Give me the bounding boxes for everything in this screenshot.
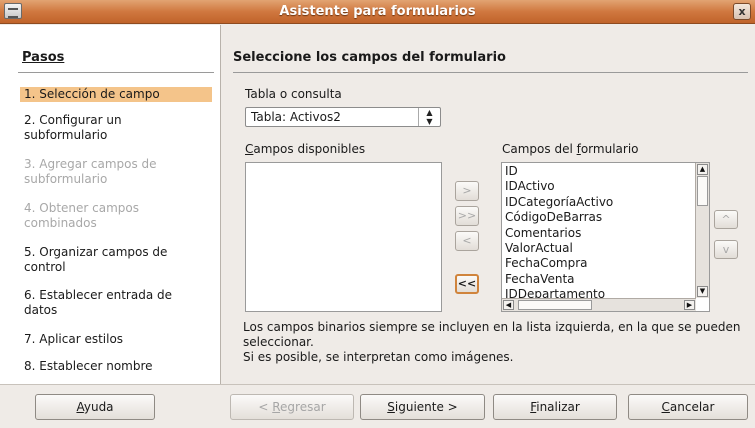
table-select-value: Tabla: Activos2 xyxy=(251,110,341,124)
scroll-left-icon[interactable]: ◀ xyxy=(503,300,514,310)
main-pane: Seleccione los campos del formulario Tab… xyxy=(222,25,755,384)
title-divider xyxy=(233,72,748,73)
add-all-fields-button[interactable]: >> xyxy=(455,206,479,226)
step-1-field-selection[interactable]: 1. Selección de campo xyxy=(20,87,212,102)
button-bar: Ayuda < Regresar Siguiente > Finalizar C… xyxy=(0,384,755,428)
page-title: Seleccione los campos del formulario xyxy=(233,50,506,65)
window-title: Asistente para formularios xyxy=(279,4,476,19)
table-select[interactable]: Tabla: Activos2 ▲ ▼ xyxy=(245,107,441,127)
steps-divider xyxy=(18,72,214,73)
remove-field-button[interactable]: < xyxy=(455,231,479,251)
steps-pane: Pasos 1. Selección de campo 2. Configura… xyxy=(0,25,221,384)
scroll-right-icon[interactable]: ▶ xyxy=(684,300,695,310)
scroll-down-icon[interactable]: ▼ xyxy=(697,286,708,297)
table-label: Tabla o consulta xyxy=(245,87,342,101)
move-up-button[interactable]: ^ xyxy=(714,210,738,229)
close-button[interactable]: x xyxy=(733,3,751,20)
step-7-apply-styles[interactable]: 7. Aplicar estilos xyxy=(20,332,212,347)
list-item[interactable]: FechaVenta xyxy=(505,272,685,287)
step-5-arrange-controls[interactable]: 5. Organizar campos de control xyxy=(20,245,212,275)
available-fields-label: Campos disponibles xyxy=(245,142,366,156)
form-fields-label: Campos del formulario xyxy=(502,142,639,156)
help-button[interactable]: Ayuda xyxy=(35,394,155,420)
step-6-data-entry[interactable]: 6. Establecer entrada de datos xyxy=(20,288,212,318)
step-3-subform-fields: 3. Agregar campos de subformulario xyxy=(24,157,157,186)
title-bar: Asistente para formularios x xyxy=(0,0,755,24)
select-arrows-icon[interactable]: ▲ ▼ xyxy=(418,108,440,126)
list-item[interactable]: FechaCompra xyxy=(505,256,685,271)
finish-button[interactable]: Finalizar xyxy=(493,394,617,420)
list-item[interactable]: Comentarios xyxy=(505,226,685,241)
back-button: < Regresar xyxy=(230,394,354,420)
step-4-joined-fields: 4. Obtener campos combinados xyxy=(24,201,140,230)
cancel-button[interactable]: Cancelar xyxy=(628,394,748,420)
vertical-scrollbar[interactable]: ▲ ▼ xyxy=(695,163,709,298)
list-item[interactable]: ID xyxy=(505,164,685,179)
list-item[interactable]: ValorActual xyxy=(505,241,685,256)
step-8-set-name[interactable]: 8. Establecer nombre xyxy=(20,359,212,374)
form-fields-list[interactable]: ID IDActivo IDCategoríaActivo CódigoDeBa… xyxy=(501,162,710,312)
next-button[interactable]: Siguiente > xyxy=(360,394,485,420)
move-down-button[interactable]: v xyxy=(714,240,738,259)
form-fields-items: ID IDActivo IDCategoríaActivo CódigoDeBa… xyxy=(505,164,685,303)
list-item[interactable]: IDCategoríaActivo xyxy=(505,195,685,210)
horizontal-scrollbar[interactable]: ◀ ▶ xyxy=(502,298,696,311)
list-item[interactable]: CódigoDeBarras xyxy=(505,210,685,225)
scroll-thumb[interactable] xyxy=(518,300,592,310)
available-fields-list[interactable] xyxy=(245,162,442,312)
scroll-thumb[interactable] xyxy=(697,176,708,206)
steps-heading: Pasos xyxy=(22,50,65,65)
add-field-button[interactable]: > xyxy=(455,181,479,201)
remove-all-fields-button[interactable]: << xyxy=(455,274,479,294)
step-2-subform[interactable]: 2. Configurar un subformulario xyxy=(20,113,212,143)
binary-fields-note: Los campos binarios siempre se incluyen … xyxy=(243,320,741,364)
list-item[interactable]: IDActivo xyxy=(505,179,685,194)
scroll-up-icon[interactable]: ▲ xyxy=(697,164,708,175)
